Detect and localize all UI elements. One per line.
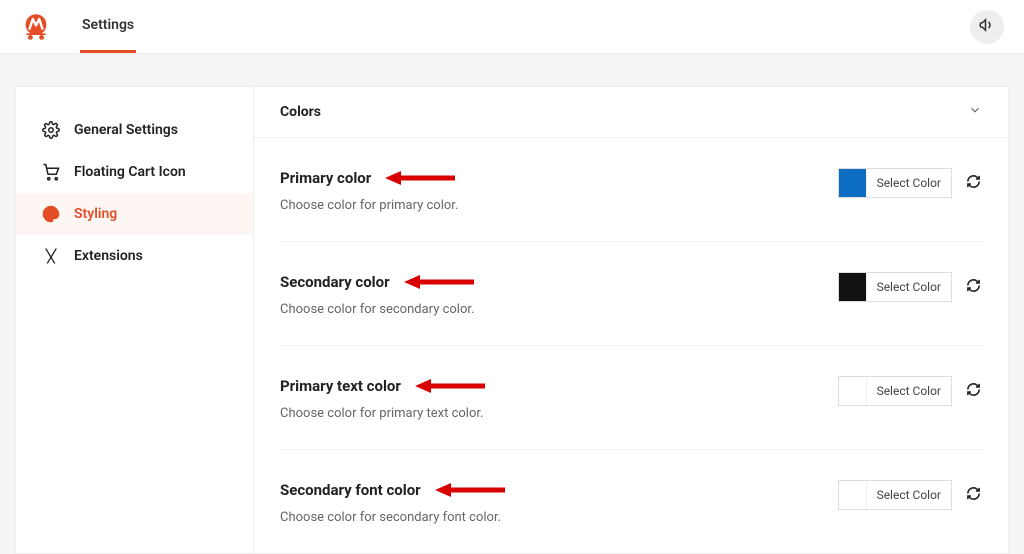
announcements-button[interactable] [970,10,1004,44]
select-color-button[interactable]: Select Color [838,168,952,198]
select-color-label: Select Color [867,488,951,502]
sidebar: General Settings Floating Cart Icon Styl… [15,86,253,554]
color-swatch [839,273,867,301]
annotation-arrow-icon [385,168,457,188]
cart-icon [42,163,60,181]
refresh-icon [966,486,981,505]
sidebar-item-styling[interactable]: Styling [16,193,253,235]
sidebar-item-label: General Settings [74,122,178,138]
section-header-colors[interactable]: Colors [254,87,1008,138]
row-desc: Choose color for primary color. [280,198,838,213]
color-swatch [839,481,867,509]
megaphone-icon [978,16,996,38]
annotation-arrow-icon [415,376,487,396]
row-desc: Choose color for primary text color. [280,406,838,421]
reset-color-button[interactable] [964,278,982,296]
sidebar-item-label: Floating Cart Icon [74,164,186,180]
color-picker: Select Color [838,480,982,510]
reset-color-button[interactable] [964,382,982,400]
color-swatch [839,169,867,197]
annotation-arrow-icon [404,272,476,292]
color-row-primary-text: Primary text color Choose color for prim… [280,346,982,450]
row-title: Primary text color [280,377,401,395]
section-title: Colors [280,104,321,120]
reset-color-button[interactable] [964,174,982,192]
select-color-label: Select Color [867,176,951,190]
color-row-secondary-font: Secondary font color Choose color for se… [280,450,982,553]
color-picker: Select Color [838,168,982,198]
annotation-arrow-icon [435,480,507,500]
tab-settings[interactable]: Settings [80,0,136,53]
row-title: Primary color [280,169,371,187]
select-color-button[interactable]: Select Color [838,376,952,406]
select-color-label: Select Color [867,280,951,294]
top-tabs: Settings [80,0,136,53]
sidebar-item-floating-cart-icon[interactable]: Floating Cart Icon [16,151,253,193]
select-color-label: Select Color [867,384,951,398]
gear-icon [42,121,60,139]
color-row-primary: Primary color Choose color for primary c… [280,138,982,242]
tools-icon [42,247,60,265]
reset-color-button[interactable] [964,486,982,504]
row-desc: Choose color for secondary font color. [280,510,838,525]
sidebar-item-label: Extensions [74,248,143,264]
row-desc: Choose color for secondary color. [280,302,838,317]
color-rows: Primary color Choose color for primary c… [254,138,1008,553]
content-panel: Colors Primary color Choose color for pr… [253,86,1009,554]
color-row-secondary: Secondary color Choose color for seconda… [280,242,982,346]
row-title: Secondary font color [280,481,421,499]
row-title: Secondary color [280,273,390,291]
main-layout: General Settings Floating Cart Icon Styl… [0,54,1024,554]
refresh-icon [966,382,981,401]
sidebar-item-extensions[interactable]: Extensions [16,235,253,277]
refresh-icon [966,278,981,297]
sidebar-item-label: Styling [74,206,117,222]
select-color-button[interactable]: Select Color [838,480,952,510]
color-picker: Select Color [838,272,982,302]
tab-label: Settings [82,17,134,33]
palette-icon [42,205,60,223]
color-swatch [839,377,867,405]
color-picker: Select Color [838,376,982,406]
topbar: Settings [0,0,1024,54]
sidebar-item-general-settings[interactable]: General Settings [16,109,253,151]
refresh-icon [966,174,981,193]
select-color-button[interactable]: Select Color [838,272,952,302]
chevron-down-icon [968,103,982,121]
app-logo [20,11,52,43]
